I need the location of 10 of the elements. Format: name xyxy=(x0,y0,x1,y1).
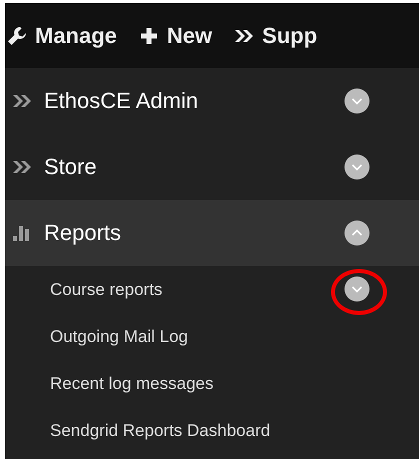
menu-item[interactable]: Reports xyxy=(5,200,419,266)
toolbar-link[interactable]: Supp xyxy=(234,22,318,48)
submenu-link[interactable]: Recent log messages xyxy=(50,374,214,394)
submenu-link[interactable]: Course reports xyxy=(50,280,162,300)
menu-item[interactable]: EthosCE Admin xyxy=(5,68,419,134)
submenu-link[interactable]: Sendgrid Reports Dashboard xyxy=(50,420,270,440)
menu-item[interactable]: Store xyxy=(5,134,419,200)
toolbar-link[interactable]: Manage xyxy=(7,22,117,48)
submenu-link[interactable]: Outgoing Mail Log xyxy=(50,326,188,346)
toolbar-link[interactable]: New xyxy=(138,22,212,48)
